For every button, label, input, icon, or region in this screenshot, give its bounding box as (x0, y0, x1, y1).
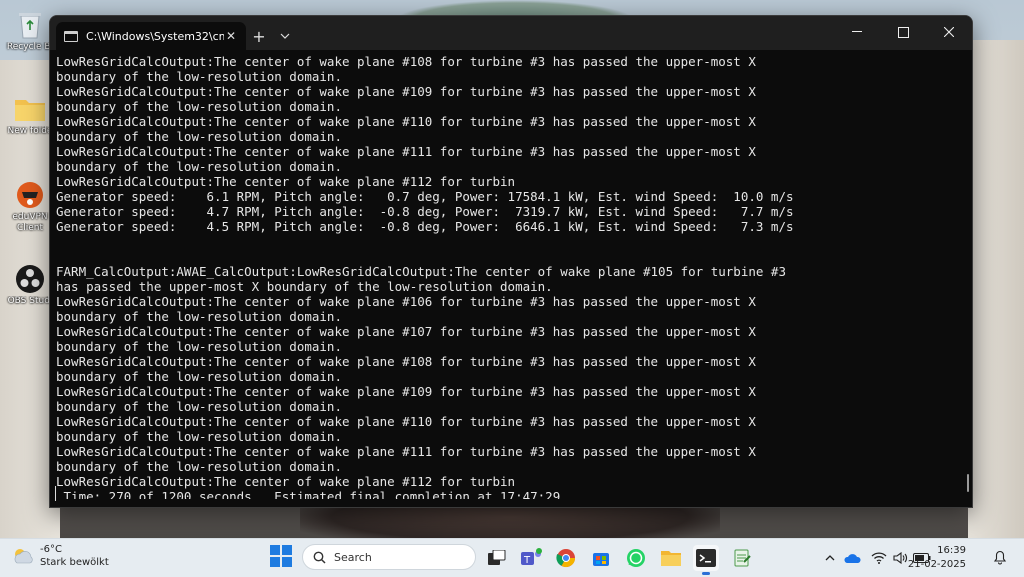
taskbar-terminal[interactable] (693, 545, 719, 575)
tab-cmd[interactable]: C:\Windows\System32\cmd.e ✕ (56, 22, 246, 50)
maximize-button[interactable] (880, 16, 926, 48)
cloud-onedrive-icon (844, 554, 861, 563)
taskbar: -6°C Stark bewölkt Search T 16:39 21-02-… (0, 538, 1024, 577)
taskbar-search[interactable]: Search (302, 544, 476, 570)
new-tab-button[interactable]: + (246, 22, 272, 50)
windows-logo-icon (270, 545, 292, 567)
tab-title: C:\Windows\System32\cmd.e (86, 29, 224, 43)
close-window-button[interactable] (926, 16, 972, 48)
maximize-icon (897, 26, 909, 38)
wifi-icon (871, 552, 887, 564)
taskbar-teams[interactable]: T (518, 545, 544, 571)
tab-dropdown-button[interactable] (272, 22, 298, 50)
wifi-button[interactable] (868, 552, 890, 564)
taskbar-chrome[interactable] (553, 545, 579, 571)
minimize-button[interactable] (834, 16, 880, 48)
weather-widget[interactable]: -6°C Stark bewölkt (12, 543, 109, 569)
weather-temperature: -6°C (40, 544, 62, 555)
console-output: LowResGridCalcOutput:The center of wake … (56, 54, 794, 499)
recycle-bin-icon (13, 8, 47, 42)
clock-date: 21-02-2025 (907, 559, 966, 570)
task-view-icon (488, 550, 506, 565)
start-button[interactable] (270, 545, 294, 569)
taskbar-file-explorer[interactable] (658, 545, 684, 571)
notepad-icon (734, 549, 751, 567)
tray-overflow-button[interactable] (822, 555, 838, 561)
window-controls (834, 16, 972, 48)
teams-icon: T (521, 548, 542, 566)
console-output-area[interactable]: LowResGridCalcOutput:The center of wake … (50, 50, 972, 499)
text-cursor (55, 486, 56, 501)
title-bar[interactable]: C:\Windows\System32\cmd.e ✕ + (50, 16, 972, 50)
scrollbar-thumb[interactable] (967, 474, 969, 492)
cmd-icon (64, 30, 78, 42)
search-icon (313, 551, 326, 564)
taskbar-store[interactable] (588, 545, 614, 571)
speaker-icon (892, 552, 907, 564)
weather-description: Stark bewölkt (40, 557, 109, 568)
tab-close-icon[interactable]: ✕ (224, 29, 238, 43)
minimize-icon (852, 31, 862, 32)
clock-time: 16:39 (937, 545, 966, 556)
whatsapp-icon (627, 549, 645, 567)
bell-icon (993, 550, 1007, 565)
chevron-up-icon (825, 555, 835, 561)
taskbar-task-view[interactable] (484, 545, 510, 571)
terminal-icon (696, 549, 716, 567)
close-icon (944, 27, 954, 37)
file-explorer-icon (661, 551, 681, 566)
eduvpn-icon (13, 178, 47, 212)
taskbar-whatsapp[interactable] (623, 545, 649, 571)
notifications-button[interactable] (992, 549, 1008, 569)
background-building-right (968, 40, 1024, 540)
chrome-icon (556, 549, 575, 568)
store-icon (593, 553, 609, 566)
terminal-window[interactable]: C:\Windows\System32\cmd.e ✕ + LowResGrid… (49, 15, 973, 508)
cloud-icon (14, 549, 33, 564)
clock[interactable]: 16:39 21-02-2025 (908, 544, 966, 572)
onedrive-button[interactable] (838, 552, 868, 564)
chevron-down-icon (280, 33, 290, 39)
svg-text:T: T (523, 555, 531, 566)
obs-icon (13, 262, 47, 296)
folder-icon (13, 92, 47, 126)
search-label: Search (334, 550, 372, 564)
taskbar-notepad[interactable] (729, 545, 755, 571)
